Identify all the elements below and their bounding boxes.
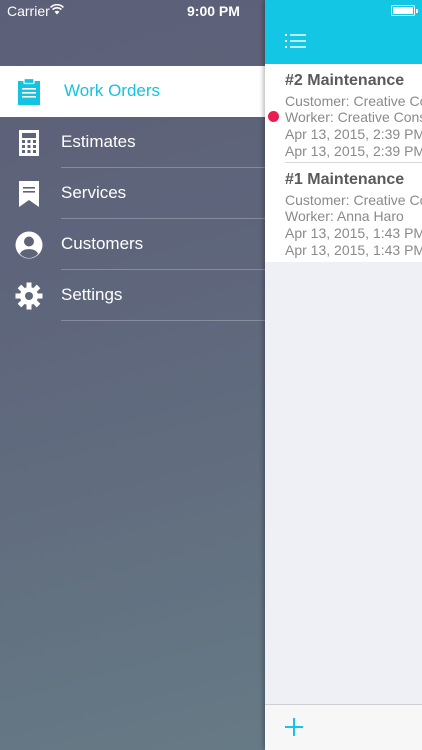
status-bar: Carrier 9:00 PM xyxy=(0,0,422,22)
battery-icon xyxy=(391,5,418,16)
divider xyxy=(61,320,265,321)
wifi-icon xyxy=(50,4,64,15)
menu-item-label: Settings xyxy=(61,285,123,304)
carrier-label: Carrier xyxy=(7,3,50,19)
menu-item-work-orders[interactable]: Work Orders xyxy=(0,66,265,117)
gear-icon xyxy=(15,282,43,310)
work-order-created: Apr 13, 2015, 2:39 PM xyxy=(285,126,422,142)
menu-item-settings[interactable]: Settings xyxy=(0,270,265,321)
menu-item-label: Services xyxy=(61,183,127,202)
side-menu: Work Orders Estimates Services Customers… xyxy=(0,0,265,750)
unread-indicator xyxy=(268,111,279,122)
work-order-created: Apr 13, 2015, 1:43 PM xyxy=(285,225,422,241)
work-order-customer: Customer: Creative Co xyxy=(285,192,422,208)
add-icon[interactable] xyxy=(284,717,304,737)
list-item[interactable]: #1 Maintenance Customer: Creative Co Wor… xyxy=(265,163,422,262)
menu-item-label: Estimates xyxy=(61,132,136,151)
bottom-toolbar xyxy=(265,704,422,750)
menu-item-services[interactable]: Services xyxy=(0,168,265,219)
person-icon xyxy=(15,231,43,259)
menu-list-icon[interactable] xyxy=(285,32,307,50)
work-order-updated: Apr 13, 2015, 2:39 PM xyxy=(285,143,422,159)
menu-item-customers[interactable]: Customers xyxy=(0,219,265,270)
menu-item-label: Customers xyxy=(61,234,144,253)
list-item[interactable]: #2 Maintenance Customer: Creative Co Wor… xyxy=(265,64,422,163)
work-order-updated: Apr 13, 2015, 1:43 PM xyxy=(285,242,422,258)
calculator-icon xyxy=(19,130,39,156)
work-order-worker: Worker: Anna Haro xyxy=(285,208,404,224)
work-order-list: #2 Maintenance Customer: Creative Co Wor… xyxy=(265,64,422,262)
menu-item-estimates[interactable]: Estimates xyxy=(0,117,265,168)
menu-item-label: Work Orders xyxy=(64,81,161,100)
work-order-worker: Worker: Creative Cons xyxy=(285,109,422,125)
work-order-title: #2 Maintenance xyxy=(285,72,405,89)
work-order-title: #1 Maintenance xyxy=(285,171,405,188)
bookmark-icon xyxy=(19,181,39,207)
work-orders-panel: #2 Maintenance Customer: Creative Co Wor… xyxy=(265,0,422,750)
clock: 9:00 PM xyxy=(187,3,240,19)
work-order-customer: Customer: Creative Co xyxy=(285,93,422,109)
clipboard-icon xyxy=(18,78,40,105)
